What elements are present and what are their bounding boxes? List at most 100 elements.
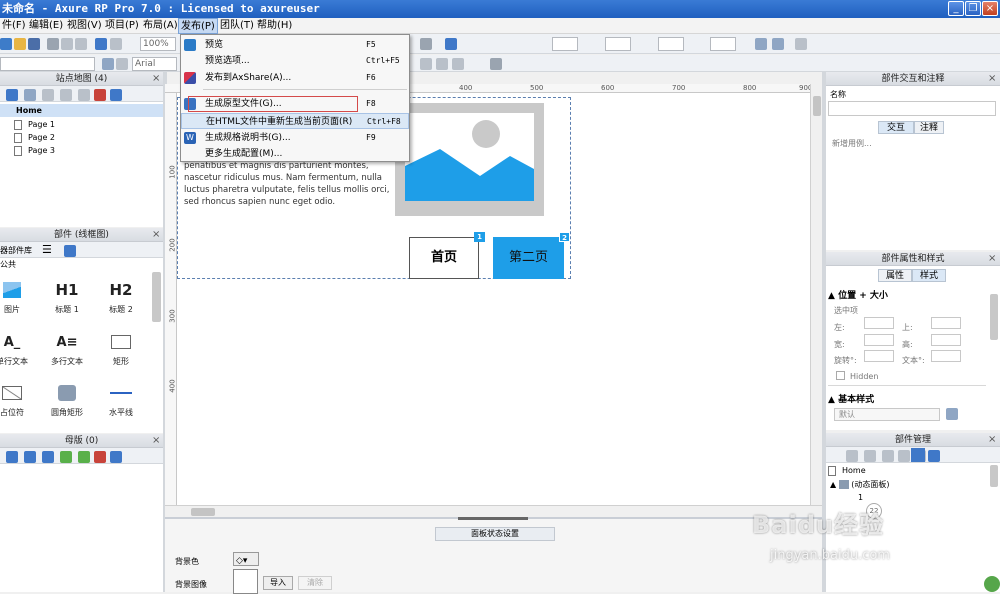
open-icon[interactable]: [14, 38, 26, 50]
left-field[interactable]: [864, 317, 894, 329]
widget-placeholder[interactable]: 占位符: [0, 379, 36, 418]
duplicate-icon[interactable]: [864, 450, 876, 462]
menu-view[interactable]: 视图(V): [65, 18, 104, 34]
canvas-hscroll[interactable]: [165, 505, 822, 517]
tab-panel-state[interactable]: 面板状态设置: [435, 527, 555, 541]
cut-icon[interactable]: [47, 38, 59, 50]
indent-icon[interactable]: [78, 89, 90, 101]
add-state-icon[interactable]: [846, 450, 858, 462]
manager-dynamic-panel[interactable]: ▲ (动态面板): [830, 478, 890, 491]
search-icon[interactable]: [110, 89, 122, 101]
menu-team[interactable]: 团队(T): [218, 18, 256, 34]
add-page-icon[interactable]: [6, 89, 18, 101]
style-select[interactable]: [0, 57, 95, 71]
text-color-icon[interactable]: [490, 58, 502, 70]
move-up-icon[interactable]: [882, 450, 894, 462]
align-left-icon[interactable]: [420, 58, 432, 70]
widget-rectangle[interactable]: 矩形: [97, 328, 145, 367]
widgets-scrollbar[interactable]: [152, 272, 161, 322]
sitemap-page-3[interactable]: Page 3: [14, 144, 55, 157]
maximize-button[interactable]: ❐: [965, 1, 981, 16]
align-right-icon[interactable]: [452, 58, 464, 70]
menu-publish[interactable]: 发布(P): [178, 18, 218, 34]
menu-item-more-configs[interactable]: 更多生成配置(M)...: [181, 146, 409, 162]
vscroll-thumb[interactable]: [813, 96, 821, 116]
height-field[interactable]: [931, 334, 961, 346]
y-field[interactable]: [605, 37, 631, 51]
menu-edit[interactable]: 编辑(E): [27, 18, 65, 34]
font-select[interactable]: Arial: [132, 57, 177, 71]
widget-h2[interactable]: H2 标题 2: [97, 276, 145, 315]
w-field[interactable]: [658, 37, 684, 51]
close-icon[interactable]: ×: [988, 434, 996, 445]
fill-color-icon[interactable]: [420, 38, 432, 50]
tab-interactions[interactable]: 交互: [878, 121, 914, 134]
zoom-select[interactable]: 100%: [140, 37, 176, 51]
name-input[interactable]: [828, 101, 996, 116]
close-icon[interactable]: ×: [152, 229, 160, 240]
sitemap-page-1[interactable]: Page 1: [14, 118, 55, 131]
menu-project[interactable]: 项目(P): [103, 18, 141, 34]
image-widget[interactable]: [395, 103, 544, 216]
page-two-button[interactable]: 第二页: [493, 237, 564, 279]
redo-icon[interactable]: [110, 38, 122, 50]
paste-icon[interactable]: [75, 38, 87, 50]
sitemap-page-2[interactable]: Page 2: [14, 131, 55, 144]
close-icon[interactable]: ×: [152, 435, 160, 446]
sitemap-home[interactable]: Home: [0, 104, 163, 117]
close-icon[interactable]: ×: [988, 253, 996, 264]
lorem-paragraph[interactable]: penatibus et magnis dis parturient monte…: [184, 160, 394, 208]
menu-item-preview[interactable]: 预览 F5: [181, 37, 409, 53]
manager-state-1[interactable]: 1: [858, 491, 863, 504]
widget-horizontal-line[interactable]: 水平线: [97, 379, 145, 418]
x-field[interactable]: [552, 37, 578, 51]
menu-help[interactable]: 帮助(H): [255, 18, 294, 34]
close-icon[interactable]: ×: [152, 73, 160, 84]
add-folder-icon[interactable]: [24, 89, 36, 101]
delete-icon[interactable]: [94, 451, 106, 463]
canvas-vscroll[interactable]: [810, 84, 822, 505]
tab-notes[interactable]: 注释: [914, 121, 944, 134]
tab-style[interactable]: 样式: [912, 269, 946, 282]
move-down-icon[interactable]: [60, 89, 72, 101]
move-up-icon[interactable]: [42, 89, 54, 101]
clear-button[interactable]: 清除: [298, 576, 332, 590]
home-button[interactable]: 首页: [409, 237, 479, 279]
move-down-icon[interactable]: [898, 450, 910, 462]
properties-scrollbar[interactable]: [990, 294, 998, 340]
menu-item-regenerate-page[interactable]: 在HTML文件中重新生成当前页面(R) Ctrl+F8: [181, 113, 409, 129]
menu-item-specification[interactable]: W 生成规格说明书(G)... F9: [181, 130, 409, 146]
tab-properties[interactable]: 属性: [878, 269, 912, 282]
widget-text-field[interactable]: A_ 单行文本: [0, 328, 36, 367]
undo-icon[interactable]: [95, 38, 107, 50]
widget-h1[interactable]: H1 标题 1: [43, 276, 91, 315]
manager-scrollbar[interactable]: [990, 465, 998, 487]
edit-style-icon[interactable]: [946, 408, 958, 420]
menu-item-preview-options[interactable]: 预览选项... Ctrl+F5: [181, 53, 409, 69]
tool-icon-a[interactable]: [755, 38, 767, 50]
hidden-checkbox[interactable]: [836, 371, 845, 380]
move-up-icon[interactable]: [24, 451, 36, 463]
tool-icon-b[interactable]: [772, 38, 784, 50]
delete-icon[interactable]: [94, 89, 106, 101]
align-center-icon[interactable]: [436, 58, 448, 70]
bg-image-preview[interactable]: [233, 569, 258, 594]
manager-root[interactable]: Home: [828, 464, 866, 477]
widget-rounded-rectangle[interactable]: 圆角矩形: [43, 379, 91, 418]
h-field[interactable]: [710, 37, 736, 51]
widget-text-area[interactable]: A≡ 多行文本: [43, 328, 91, 367]
new-case-link[interactable]: 新增用例...: [832, 138, 872, 149]
fill-color-picker[interactable]: ◇▾: [233, 552, 259, 566]
text-rotate-field[interactable]: [931, 350, 961, 362]
pos-size-section[interactable]: ▲ 位置 + 大小: [828, 288, 888, 301]
save-icon[interactable]: [28, 38, 40, 50]
search-icon[interactable]: [64, 245, 76, 257]
copy-icon[interactable]: [61, 38, 73, 50]
menu-icon[interactable]: ☰: [42, 243, 52, 256]
width-field[interactable]: [864, 334, 894, 346]
widget-image[interactable]: 图片: [0, 276, 36, 315]
close-button[interactable]: ×: [982, 1, 998, 16]
indent-icon[interactable]: [60, 451, 72, 463]
filter-icon[interactable]: [911, 448, 925, 462]
library-select[interactable]: 器部件库: [0, 245, 32, 256]
